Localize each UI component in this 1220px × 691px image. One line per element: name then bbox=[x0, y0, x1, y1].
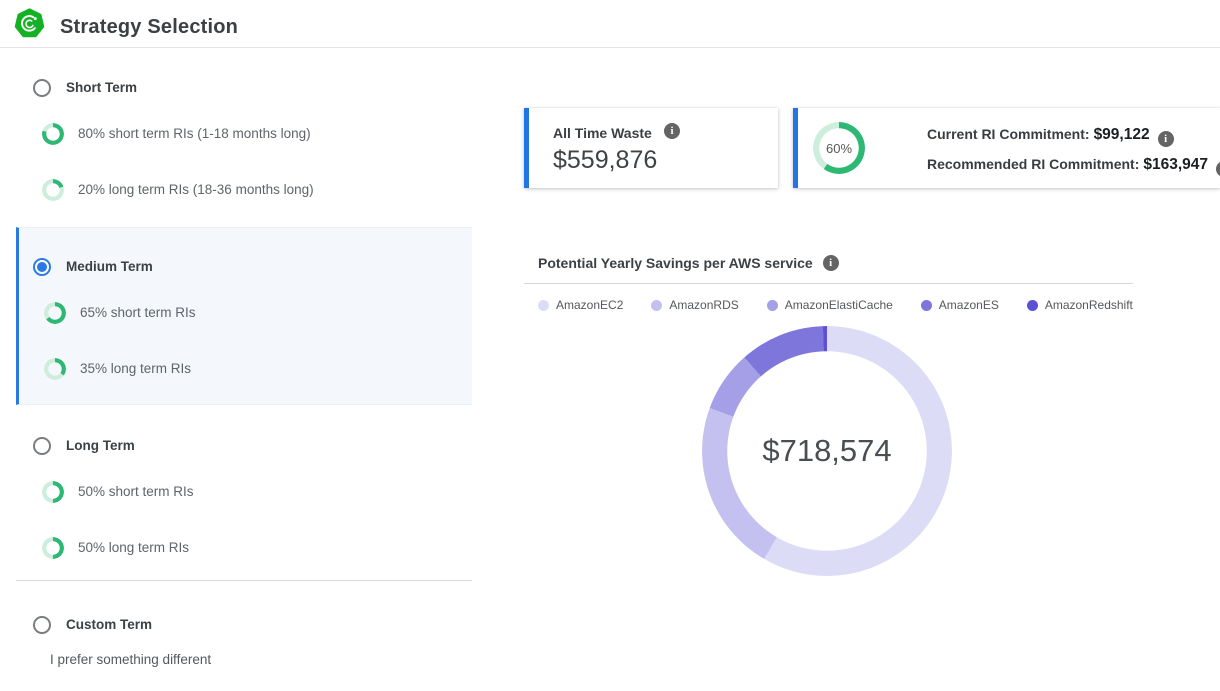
current-ri-commitment-label: Current RI Commitment: bbox=[927, 126, 1090, 142]
cloudcheckr-logo-icon bbox=[14, 8, 45, 39]
recommended-ri-commitment-value: $163,947 bbox=[1143, 156, 1208, 173]
chart-legend: AmazonEC2 AmazonRDS AmazonElastiCache Am… bbox=[538, 298, 1133, 312]
item-label: 20% long term RIs (18-36 months long) bbox=[78, 182, 314, 197]
recommended-ri-commitment-label: Recommended RI Commitment: bbox=[927, 156, 1139, 172]
recommended-ri-commitment-row: Recommended RI Commitment:$163,947 i bbox=[927, 156, 1220, 177]
all-time-waste-value: $559,876 bbox=[553, 146, 657, 175]
strategy-selection-page: Strategy Selection Short Term 80% short … bbox=[0, 0, 1220, 691]
all-time-waste-card: All Time Waste i $559,876 bbox=[524, 108, 778, 188]
progress-ring-65 bbox=[44, 302, 66, 324]
group-label-long-term[interactable]: Long Term bbox=[66, 438, 135, 453]
progress-ring-50-short bbox=[42, 481, 64, 503]
page-header: Strategy Selection bbox=[0, 0, 1220, 48]
all-time-waste-title: All Time Waste bbox=[553, 125, 652, 141]
legend-item-amazonrds[interactable]: AmazonRDS bbox=[651, 298, 738, 312]
legend-label: AmazonRedshift bbox=[1045, 298, 1133, 312]
current-ri-commitment-value: $99,122 bbox=[1094, 126, 1150, 143]
item-label: 35% long term RIs bbox=[80, 361, 191, 376]
legend-label: AmazonEC2 bbox=[556, 298, 623, 312]
item-label: 50% long term RIs bbox=[78, 540, 189, 555]
ri-commitment-card: 60% Current RI Commitment:$99,122 i Recom… bbox=[793, 108, 1220, 188]
item-label: 80% short term RIs (1-18 months long) bbox=[78, 126, 311, 141]
info-icon[interactable]: i bbox=[1216, 161, 1220, 177]
chart-title-row: Potential Yearly Savings per AWS service… bbox=[538, 255, 839, 271]
progress-ring-35 bbox=[44, 358, 66, 380]
progress-ring-20 bbox=[42, 179, 64, 201]
radio-custom-term[interactable] bbox=[33, 616, 51, 634]
legend-label: AmazonElastiCache bbox=[785, 298, 893, 312]
group-label-medium-term[interactable]: Medium Term bbox=[66, 259, 153, 274]
chart-title: Potential Yearly Savings per AWS service bbox=[538, 255, 813, 271]
legend-dot bbox=[651, 300, 662, 311]
group-label-short-term[interactable]: Short Term bbox=[66, 80, 137, 95]
legend-item-amazones[interactable]: AmazonES bbox=[921, 298, 999, 312]
radio-short-term[interactable] bbox=[33, 79, 51, 97]
legend-item-amazonec2[interactable]: AmazonEC2 bbox=[538, 298, 623, 312]
legend-dot bbox=[1027, 300, 1038, 311]
group-label-custom-term[interactable]: Custom Term bbox=[66, 617, 152, 632]
commitment-ratio-label: 60% bbox=[813, 122, 865, 174]
info-icon[interactable]: i bbox=[823, 255, 839, 271]
radio-long-term[interactable] bbox=[33, 437, 51, 455]
savings-total-value: $718,574 bbox=[702, 326, 952, 576]
legend-item-amazonredshift[interactable]: AmazonRedshift bbox=[1027, 298, 1133, 312]
legend-label: AmazonES bbox=[939, 298, 999, 312]
legend-label: AmazonRDS bbox=[669, 298, 738, 312]
legend-dot bbox=[921, 300, 932, 311]
legend-item-amazonelasticache[interactable]: AmazonElastiCache bbox=[767, 298, 893, 312]
legend-dot bbox=[538, 300, 549, 311]
current-ri-commitment-row: Current RI Commitment:$99,122 i bbox=[927, 126, 1174, 147]
item-label: 50% short term RIs bbox=[78, 484, 194, 499]
progress-ring-50-long bbox=[42, 537, 64, 559]
radio-medium-term[interactable] bbox=[33, 258, 51, 276]
item-label: 65% short term RIs bbox=[80, 305, 196, 320]
legend-dot bbox=[767, 300, 778, 311]
chart-divider bbox=[524, 283, 1133, 284]
page-title: Strategy Selection bbox=[60, 16, 238, 39]
sidebar-divider bbox=[16, 580, 472, 581]
info-icon[interactable]: i bbox=[1158, 131, 1174, 147]
info-icon[interactable]: i bbox=[664, 123, 680, 139]
custom-term-description: I prefer something different bbox=[50, 652, 211, 667]
progress-ring-80 bbox=[42, 123, 64, 145]
